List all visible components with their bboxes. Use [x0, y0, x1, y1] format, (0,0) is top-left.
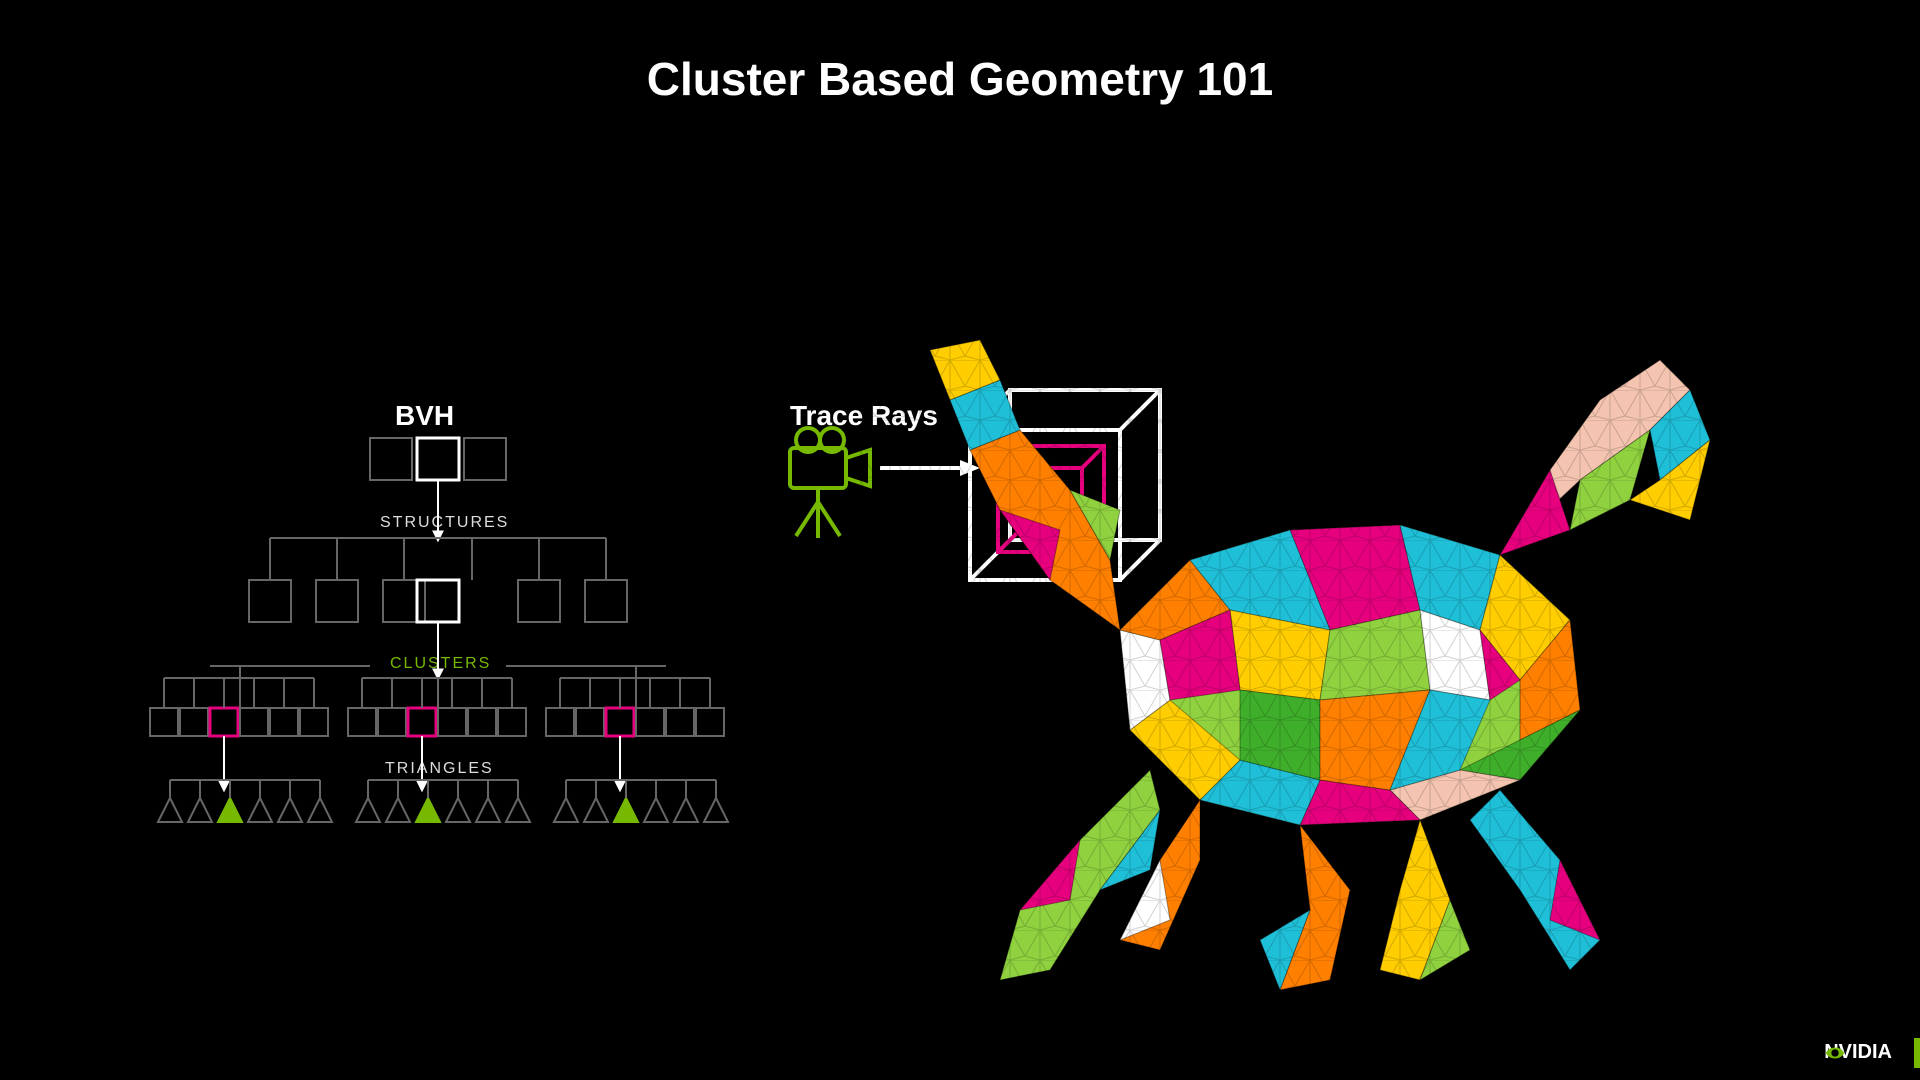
bvh-tree-diagram — [120, 420, 760, 940]
nvidia-eye-icon — [1824, 1042, 1846, 1064]
accent-bar — [1914, 1038, 1920, 1068]
crab-mesh-illustration — [860, 300, 1760, 1060]
nvidia-logo: NVIDIA — [1824, 1041, 1892, 1064]
camera-icon — [790, 428, 870, 538]
slide-title: Cluster Based Geometry 101 — [0, 52, 1920, 106]
